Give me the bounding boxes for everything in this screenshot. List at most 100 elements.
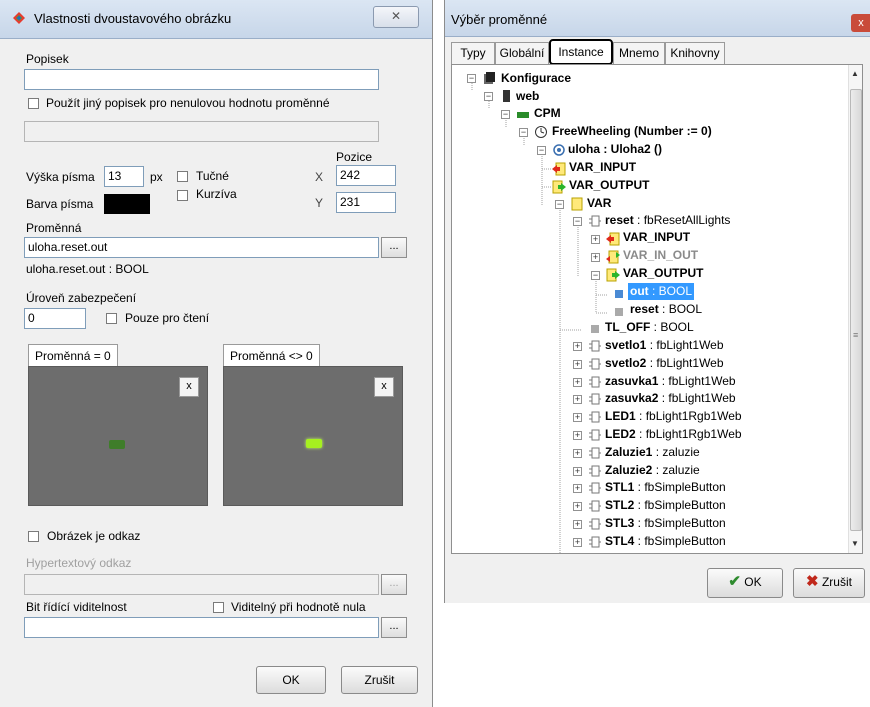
tree-node-function-block[interactable]: Zaluzie2 : zaluzie (605, 462, 700, 479)
close-button[interactable]: ✕ (373, 6, 419, 28)
image-panel-nonzero[interactable]: x (223, 366, 403, 506)
tree-node-function-block[interactable]: svetlo2 : fbLight1Web (605, 355, 724, 372)
collapse-toggle[interactable]: − (519, 128, 528, 137)
tree-node-function-block[interactable]: LED1 : fbLight1Rgb1Web (605, 408, 742, 425)
collapse-toggle[interactable]: − (501, 110, 510, 119)
font-color-swatch[interactable] (104, 194, 150, 214)
variable-tree[interactable]: − Konfigurace − web − CPM − FreeWheeling… (451, 64, 863, 554)
alt-label-checkbox[interactable] (28, 98, 39, 109)
expand-toggle[interactable]: + (573, 502, 582, 512)
ok-button[interactable]: ✔ OK (707, 568, 783, 598)
title-bar: Vlastnosti dvoustavového obrázku ✕ (0, 0, 432, 39)
clear-image-zero-button[interactable]: x (179, 377, 199, 397)
tree-node-function-block[interactable]: LED2 : fbLight1Rgb1Web (605, 426, 742, 443)
scrollbar-thumb[interactable] (850, 89, 862, 531)
italic-label: Kurzíva (196, 187, 237, 201)
expand-toggle[interactable]: + (573, 413, 582, 423)
visibility-browse-button[interactable]: ... (381, 617, 407, 638)
font-height-input[interactable]: 13 (104, 166, 144, 187)
popisek-label: Popisek (26, 52, 69, 66)
expand-toggle[interactable]: + (591, 235, 600, 244)
collapse-toggle[interactable]: − (537, 146, 546, 155)
tree-node-reset-var-input[interactable]: VAR_INPUT (623, 229, 690, 246)
variable-label: Proměnná (26, 221, 82, 235)
expand-toggle[interactable]: + (573, 466, 582, 476)
tab-knihovny[interactable]: Knihovny (665, 42, 725, 64)
tree-node-var-input[interactable]: VAR_INPUT (569, 159, 636, 176)
tree-node-var-output[interactable]: VAR_OUTPUT (569, 177, 649, 194)
tree-node-function-block[interactable]: STL2 : fbSimpleButton (605, 497, 726, 514)
x-input[interactable]: 242 (336, 165, 396, 186)
tree-node-function-block[interactable]: STL1 : fbSimpleButton (605, 479, 726, 496)
cancel-button[interactable]: ✖ Zrušit (793, 568, 865, 598)
background-area (444, 603, 870, 707)
tree-node-cpm[interactable]: CPM (534, 105, 561, 122)
expand-toggle[interactable]: + (573, 520, 582, 529)
tree-node-reset-var-output[interactable]: VAR_OUTPUT (623, 265, 703, 282)
tab-globalni[interactable]: Globální (495, 42, 549, 64)
function-block-icon (589, 482, 601, 494)
tab-typy[interactable]: Typy (451, 42, 495, 64)
expand-toggle[interactable]: + (573, 359, 582, 369)
var-folder-icon (571, 197, 583, 211)
visibility-bit-input[interactable] (24, 617, 379, 638)
collapse-toggle[interactable]: − (573, 217, 582, 226)
tree-node-reset-var-in-out[interactable]: VAR_IN_OUT (623, 247, 698, 264)
tree-node-var[interactable]: VAR (587, 195, 611, 212)
cancel-button[interactable]: Zrušit (341, 666, 418, 694)
tree-node-reset[interactable]: reset : fbResetAllLights (605, 212, 730, 229)
tree-node-function-block[interactable]: STL3 : fbSimpleButton (605, 515, 726, 532)
scroll-down-icon[interactable]: ▼ (848, 537, 862, 551)
tree-node-function-block[interactable]: STL4 : fbSimpleButton (605, 533, 726, 550)
tab-mnemo[interactable]: Mnemo (613, 42, 665, 64)
security-input[interactable]: 0 (24, 308, 86, 329)
expand-toggle[interactable]: + (573, 484, 582, 494)
var-input-icon (552, 162, 566, 176)
tree-node-konfigurace[interactable]: Konfigurace (501, 70, 571, 87)
tree-node-function-block[interactable]: svetlo1 : fbLight1Web (605, 337, 724, 354)
tab-variable-nonzero[interactable]: Proměnná <> 0 (223, 344, 320, 366)
collapse-toggle[interactable]: − (467, 74, 476, 83)
variable-input[interactable]: uloha.reset.out (24, 237, 379, 258)
expand-toggle[interactable]: + (573, 431, 582, 440)
expand-toggle[interactable]: + (573, 395, 582, 405)
tree-node-function-block[interactable]: zasuvka2 : fbLight1Web (605, 390, 736, 407)
expand-toggle[interactable]: + (591, 253, 600, 262)
image-link-checkbox[interactable] (28, 531, 39, 542)
clear-image-nonzero-button[interactable]: x (374, 377, 394, 397)
tree-node-reset-bool[interactable]: reset : BOOL (630, 301, 702, 318)
readonly-checkbox[interactable] (106, 313, 117, 324)
cross-icon: ✖ (806, 573, 819, 590)
position-label: Pozice (336, 150, 373, 164)
popisek-input[interactable] (24, 69, 379, 90)
collapse-toggle[interactable]: − (555, 200, 564, 209)
expand-toggle[interactable]: + (573, 377, 582, 387)
collapse-toggle[interactable]: − (591, 271, 600, 280)
ok-button[interactable]: OK (256, 666, 326, 694)
close-button[interactable]: x (851, 14, 870, 32)
tab-instance[interactable]: Instance (549, 39, 613, 65)
expand-toggle[interactable]: + (573, 448, 582, 458)
bold-checkbox[interactable] (177, 171, 188, 182)
var-input-icon (606, 232, 620, 246)
hyperlink-label: Hypertextový odkaz (26, 556, 132, 570)
tree-node-freewheeling[interactable]: FreeWheeling (Number := 0) (552, 123, 712, 140)
tree-node-function-block[interactable]: Zaluzie1 : zaluzie (605, 444, 700, 461)
tree-node-tl-off[interactable]: TL_OFF : BOOL (605, 319, 694, 336)
tab-variable-zero[interactable]: Proměnná = 0 (28, 344, 118, 366)
bold-label: Tučné (196, 169, 229, 183)
variable-browse-button[interactable]: ... (381, 237, 407, 258)
y-input[interactable]: 231 (336, 192, 396, 213)
italic-checkbox[interactable] (177, 190, 188, 201)
tree-node-web[interactable]: web (516, 88, 539, 105)
tree-node-out-selected[interactable]: out : BOOL (628, 283, 695, 300)
visible-zero-checkbox[interactable] (213, 602, 224, 613)
scroll-up-icon[interactable]: ▲ (848, 67, 862, 81)
dialog-footer: ✔ OK ✖ Zrušit (445, 562, 870, 603)
expand-toggle[interactable]: + (573, 342, 582, 351)
tree-node-uloha[interactable]: uloha : Uloha2 () (568, 141, 662, 158)
tree-node-function-block[interactable]: zasuvka1 : fbLight1Web (605, 373, 736, 390)
expand-toggle[interactable]: + (573, 537, 582, 547)
collapse-toggle[interactable]: − (484, 92, 493, 101)
image-panel-zero[interactable]: x (28, 366, 208, 506)
